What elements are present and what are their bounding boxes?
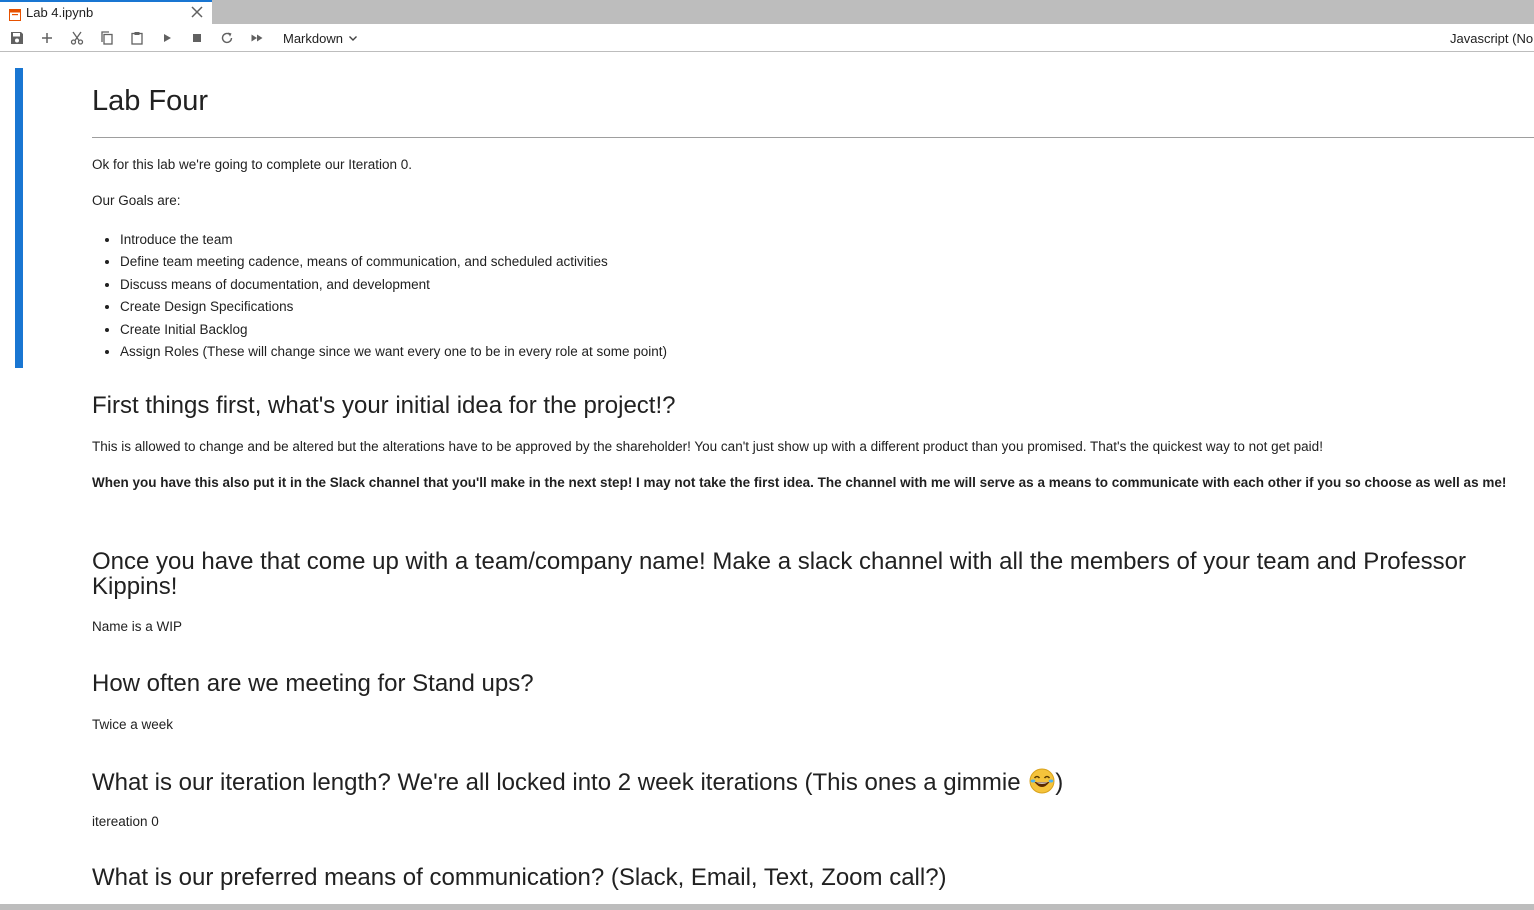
heading-standups: How often are we meeting for Stand ups? — [92, 670, 534, 697]
tab-label: Lab 4.ipynb — [26, 4, 94, 20]
run-icon[interactable] — [159, 30, 175, 46]
copy-icon[interactable] — [99, 30, 115, 46]
list-item: Create Design Specifications — [120, 296, 667, 318]
heading-team-name: Once you have that come up with a team/c… — [92, 548, 1467, 600]
goals-label: Our Goals are: — [92, 193, 181, 208]
team-name-text: Name is a WIP — [92, 619, 183, 634]
chevron-down-icon — [348, 36, 357, 41]
idea-text: This is allowed to change and be altered… — [92, 439, 1323, 454]
stop-icon[interactable] — [189, 30, 205, 46]
standups-text: Twice a week — [92, 717, 174, 732]
list-item: Discuss means of documentation, and deve… — [120, 274, 667, 296]
heading-iteration-end: ) — [1055, 769, 1064, 796]
laughing-emoji-icon — [1029, 768, 1055, 794]
notebook-toolbar: Markdown Javascript (No — [0, 24, 1534, 52]
notebook-panel: Lab Four Ok for this lab we're going to … — [0, 53, 1534, 904]
list-item: Define team meeting cadence, means of co… — [120, 251, 667, 273]
run-all-icon[interactable] — [249, 30, 265, 46]
active-cell-indicator — [15, 68, 23, 368]
idea-bold-text: When you have this also put it in the Sl… — [92, 475, 1507, 490]
save-icon[interactable] — [9, 30, 25, 46]
intro-text: Ok for this lab we're going to complete … — [92, 157, 412, 172]
goals-list: Introduce the team Define team meeting c… — [92, 229, 667, 363]
close-icon[interactable] — [190, 4, 204, 18]
restart-icon[interactable] — [219, 30, 235, 46]
kernel-name[interactable]: Javascript (No — [1450, 31, 1533, 46]
iteration-text: itereation 0 — [92, 814, 159, 829]
list-item: Create Initial Backlog — [120, 319, 667, 341]
cut-icon[interactable] — [69, 30, 85, 46]
paste-icon[interactable] — [129, 30, 145, 46]
add-cell-icon[interactable] — [39, 30, 55, 46]
heading-iteration-text: What is our iteration length? We're all … — [92, 769, 1021, 796]
cell-type-dropdown[interactable]: Markdown — [283, 29, 358, 47]
cell-type-label: Markdown — [283, 30, 343, 46]
heading-iteration: What is our iteration length? We're all … — [92, 768, 1063, 796]
heading-communication: What is our preferred means of communica… — [92, 864, 947, 891]
tab-bar: Lab 4.ipynb — [0, 0, 1534, 24]
notebook-title: Lab Four — [92, 85, 209, 117]
horizontal-scrollbar[interactable] — [0, 904, 1534, 910]
notebook-tab[interactable]: Lab 4.ipynb — [0, 0, 212, 24]
title-divider — [92, 137, 1534, 138]
heading-idea: First things first, what's your initial … — [92, 392, 676, 419]
list-item: Assign Roles (These will change since we… — [120, 341, 667, 363]
list-item: Introduce the team — [120, 229, 667, 251]
notebook-icon — [9, 6, 21, 21]
